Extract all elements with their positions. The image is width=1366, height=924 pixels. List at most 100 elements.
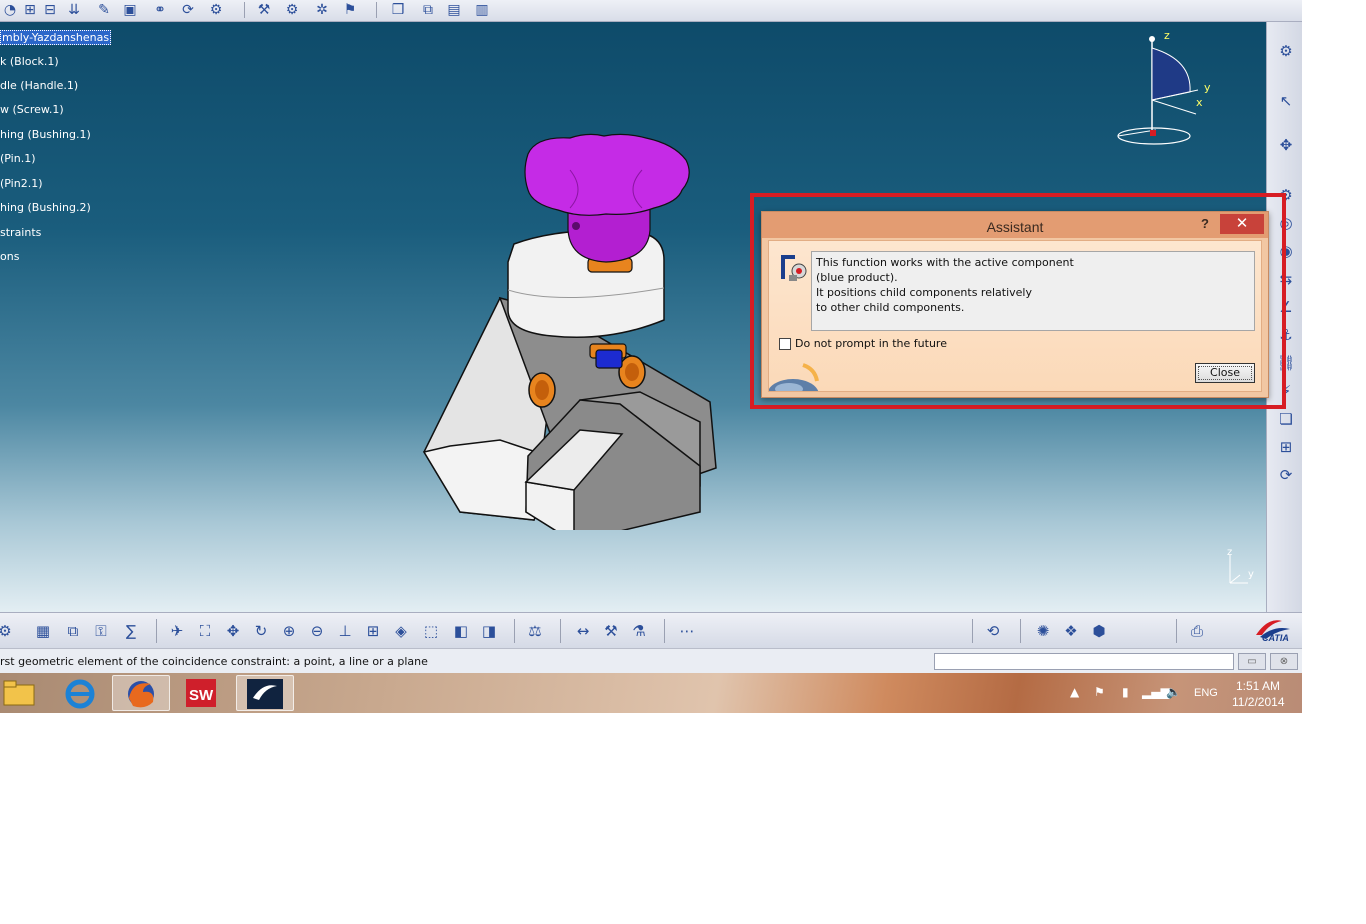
hide-show-icon[interactable]: ◧: [450, 621, 472, 641]
taskbar-solidworks[interactable]: SW: [172, 675, 230, 711]
camera-icon[interactable]: ⎙: [1186, 621, 1208, 641]
tree-item-handle[interactable]: dle (Handle.1): [0, 79, 78, 92]
explode-icon[interactable]: ✲: [312, 1, 332, 19]
replace-icon[interactable]: ▣: [120, 1, 140, 19]
status-message: rst geometric element of the coincidence…: [0, 655, 428, 668]
message-line: This function works with the active comp…: [816, 256, 1074, 269]
zoom-in-icon[interactable]: ⊕: [278, 621, 300, 641]
pencil-icon[interactable]: ✎: [94, 1, 114, 19]
stop-manipulate-icon[interactable]: ⚑: [340, 1, 360, 19]
measure-inertia-icon[interactable]: ⚗: [628, 621, 650, 641]
normal-view-icon[interactable]: ⊥: [334, 621, 356, 641]
tree-item-bushing-1[interactable]: hing (Bushing.1): [0, 128, 91, 141]
formula-icon[interactable]: ∑: [120, 621, 142, 641]
multi-instantiate-icon[interactable]: ⚭: [150, 1, 170, 19]
reuse-pattern-icon[interactable]: ⊞: [1275, 436, 1297, 458]
message-line: to other child components.: [816, 301, 965, 314]
message-line: It positions child components relatively: [816, 286, 1032, 299]
pan-icon[interactable]: ✥: [222, 621, 244, 641]
workbench-icon[interactable]: ⚙: [1275, 40, 1297, 62]
clock-time[interactable]: 1:51 AM: [1236, 679, 1280, 693]
manipulation-icon[interactable]: ⚒: [254, 1, 274, 19]
tree-item-block[interactable]: k (Block.1): [0, 55, 59, 68]
volume-icon[interactable]: 🔈: [1166, 685, 1181, 699]
zoom-out-icon[interactable]: ⊖: [306, 621, 328, 641]
shading-icon[interactable]: ⬚: [420, 621, 442, 641]
lock-icon[interactable]: ⚿: [90, 621, 112, 641]
message-line: (blue product).: [816, 271, 898, 284]
do-not-prompt-checkbox[interactable]: [779, 338, 791, 350]
close-button[interactable]: Close: [1195, 363, 1255, 383]
tree-item-constraints[interactable]: straints: [0, 226, 41, 239]
tree-icon[interactable]: ⧉: [62, 621, 84, 641]
action-center-icon[interactable]: ⚑: [1094, 685, 1105, 699]
taskbar-internet-explorer[interactable]: [52, 675, 110, 711]
measure-icon[interactable]: ⚖: [524, 621, 546, 641]
compass-z-label: z: [1164, 30, 1170, 42]
rotate-icon[interactable]: ↻: [250, 621, 272, 641]
do-not-prompt-label[interactable]: Do not prompt in the future: [795, 337, 947, 350]
toolbar-separator: [1176, 619, 1177, 643]
dialog-title: Assistant: [986, 219, 1044, 235]
flexible-icon[interactable]: ❏: [1275, 408, 1297, 430]
update-icon[interactable]: ⟳: [1275, 464, 1297, 486]
compass-y-label: y: [1204, 81, 1211, 94]
fit-all-icon[interactable]: ⛶: [194, 621, 216, 641]
sketch-icon[interactable]: ◔: [0, 1, 20, 19]
scene-icon[interactable]: ❒: [388, 1, 408, 19]
measure-item-icon[interactable]: ⚒: [600, 621, 622, 641]
fly-mode-icon[interactable]: ✈: [166, 621, 188, 641]
command-input[interactable]: [934, 653, 1234, 670]
assistant-message: This function works with the active comp…: [811, 251, 1255, 331]
mini-axis-z-label: z: [1227, 547, 1232, 558]
clock-date[interactable]: 11/2/2014: [1232, 695, 1285, 709]
top-toolbar: ◔ ⊞ ⊟ ⇊ ✎ ▣ ⚭ ⟳ ⚙ ⚒ ⚙ ✲ ⚑ ❒ ⧉ ▤ ▥: [0, 0, 1302, 22]
select-arrow-icon[interactable]: ↖: [1275, 90, 1297, 112]
graph-icon[interactable]: ⚙: [206, 1, 226, 19]
tree-item-root-product[interactable]: mbly-Yazdanshenas: [0, 30, 112, 45]
measure-between-icon[interactable]: ↔: [572, 621, 594, 641]
grid-icon[interactable]: ⋯: [676, 621, 698, 641]
assembly-model[interactable]: [410, 110, 730, 544]
table-icon[interactable]: ▦: [32, 621, 54, 641]
apply-material-icon[interactable]: ⬢: [1088, 621, 1110, 641]
taskbar-catia[interactable]: [236, 675, 294, 711]
dialog-title-bar[interactable]: Assistant ? ✕: [762, 212, 1268, 238]
new-part-icon[interactable]: ⊟: [40, 1, 60, 19]
material-icon[interactable]: ❖: [1060, 621, 1082, 641]
new-component-icon[interactable]: ⊞: [20, 1, 40, 19]
show-hidden-icons-icon[interactable]: ▲: [1070, 685, 1079, 699]
taskbar-firefox[interactable]: [112, 675, 170, 711]
snap-icon[interactable]: ⚙: [282, 1, 302, 19]
assistant-dialog: Assistant ? ✕ This function works with t…: [761, 211, 1269, 398]
axis-indicator: z y: [1220, 547, 1260, 589]
update-all-icon[interactable]: ⟲: [982, 621, 1004, 641]
multi-view-icon[interactable]: ⊞: [362, 621, 384, 641]
isometric-view-icon[interactable]: ◈: [390, 621, 412, 641]
dialog-body: This function works with the active comp…: [768, 240, 1262, 392]
tree-item-pin2[interactable]: (Pin2.1): [0, 177, 43, 190]
swap-space-icon[interactable]: ◨: [478, 621, 500, 641]
render-icon[interactable]: ✺: [1032, 621, 1054, 641]
close-x-button[interactable]: ✕: [1220, 214, 1264, 234]
mini-axis-y-label: y: [1248, 569, 1254, 580]
distance-icon[interactable]: ▥: [472, 1, 492, 19]
move-icon[interactable]: ✥: [1275, 134, 1297, 156]
sectioning-icon[interactable]: ▤: [444, 1, 464, 19]
power-input-button[interactable]: ▭: [1238, 653, 1266, 670]
reorder-icon[interactable]: ⟳: [178, 1, 198, 19]
insert-icon[interactable]: ⇊: [64, 1, 84, 19]
tree-item-screw[interactable]: w (Screw.1): [0, 103, 64, 116]
battery-icon[interactable]: ▮: [1122, 685, 1129, 699]
tree-item-pin[interactable]: (Pin.1): [0, 152, 36, 165]
toolbar-separator: [514, 619, 515, 643]
cancel-command-button[interactable]: ⊗: [1270, 653, 1298, 670]
clash-icon[interactable]: ⧉: [418, 1, 438, 19]
tree-item-bushing-2[interactable]: hing (Bushing.2): [0, 201, 91, 214]
taskbar-file-explorer[interactable]: [0, 675, 50, 711]
help-button[interactable]: ?: [1198, 216, 1212, 232]
input-language[interactable]: ENG: [1194, 687, 1218, 699]
tree-item-applications[interactable]: ons: [0, 250, 19, 263]
compass[interactable]: z y x: [1108, 29, 1218, 150]
catalog-icon[interactable]: ⚙: [0, 621, 16, 641]
